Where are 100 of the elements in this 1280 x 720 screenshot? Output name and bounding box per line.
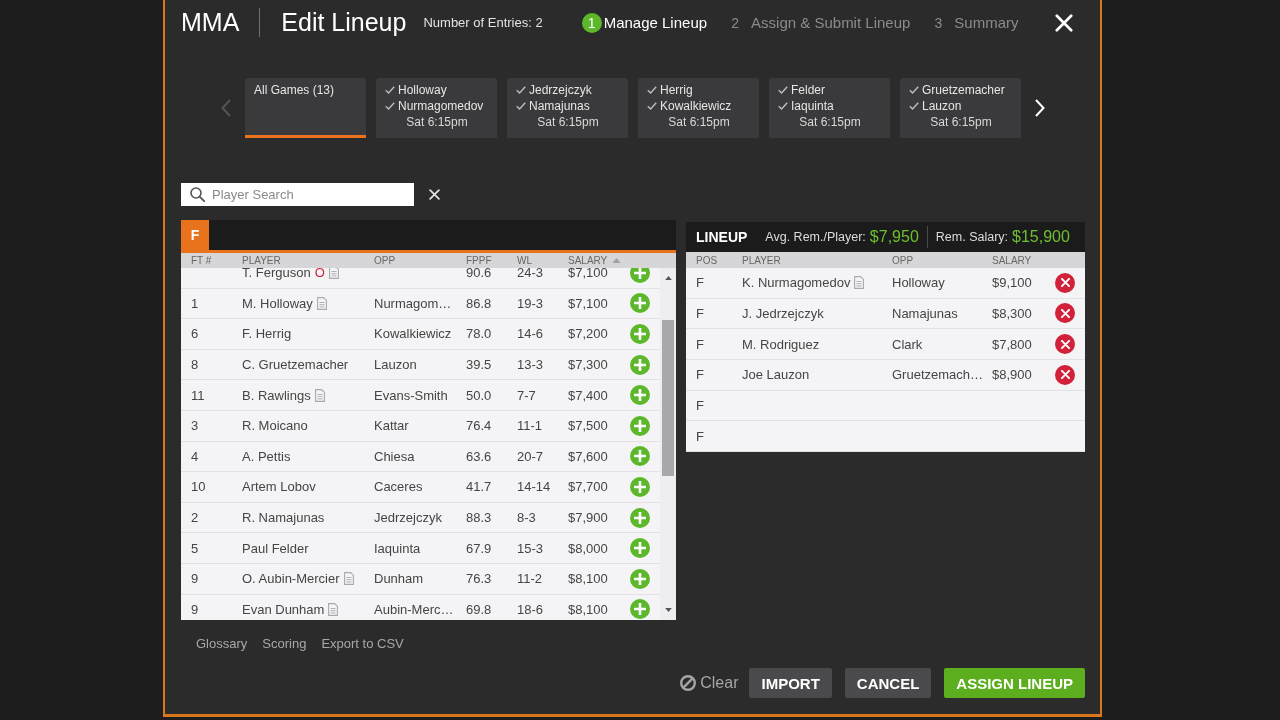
opponent-name: Gruetzemach… <box>892 367 984 383</box>
player-name: K. Nurmagomedov <box>742 275 851 291</box>
column-header[interactable]: WL <box>517 255 532 266</box>
salary-value: $7,400 <box>568 387 608 403</box>
entries-count: Number of Entries: 2 <box>423 15 543 30</box>
player-name: Joe Lauzon <box>742 367 810 383</box>
add-player-button[interactable] <box>630 385 650 406</box>
step-label: Summary <box>954 14 1019 31</box>
step-label: Manage Lineup <box>603 14 708 31</box>
fight-number: 10 <box>191 479 206 495</box>
footer-link[interactable]: Export to CSV <box>321 635 404 651</box>
add-player-button[interactable] <box>630 354 650 375</box>
game-tile[interactable]: Holloway Nurmagomedov Sat 6:15pm <box>376 78 497 138</box>
player-name: J. Jedrzejczyk <box>742 306 824 321</box>
footer-link[interactable]: Scoring <box>262 635 307 651</box>
sport-title: MMA <box>181 8 240 37</box>
win-loss-record: 13-3 <box>517 357 544 373</box>
game-tile[interactable]: Gruetzemacher Lauzon Sat 6:15pm <box>900 78 1021 138</box>
opponent-name: Kowalkiewicz <box>374 326 452 342</box>
salary-value: $8,000 <box>568 540 608 556</box>
add-player-button[interactable] <box>630 599 650 620</box>
win-loss-record: 24-3 <box>517 268 544 281</box>
add-player-button[interactable] <box>630 324 650 344</box>
document-icon[interactable] <box>854 276 865 290</box>
fighter-name: Kowalkiewicz <box>660 98 732 114</box>
column-header[interactable]: FPPF <box>466 255 492 266</box>
remove-player-button[interactable] <box>1055 272 1075 293</box>
add-player-button[interactable] <box>630 476 650 497</box>
page-title: Edit Lineup <box>281 8 407 37</box>
fighter-name: Holloway <box>398 82 447 98</box>
scroll-down-icon[interactable] <box>664 608 672 612</box>
opponent-name: Namajunas <box>892 306 958 321</box>
game-tile[interactable]: Jedrzejczyk Namajunas Sat 6:15pm <box>507 78 628 138</box>
add-player-button[interactable] <box>630 568 650 589</box>
position-label: F <box>696 336 704 352</box>
remaining-salary-label: Rem. Salary: <box>935 230 1009 244</box>
close-button[interactable] <box>1055 13 1073 32</box>
fppf-value: 63.6 <box>466 448 492 464</box>
opponent-name: Aubin-Merc… <box>374 601 454 617</box>
all-games-tile[interactable]: All Games (13) <box>245 78 366 138</box>
opponent-name: Caceres <box>374 479 423 495</box>
player-name: R. Namajunas <box>242 510 325 526</box>
scroll-up-icon[interactable] <box>664 276 672 280</box>
fighter-name: Namajunas <box>529 98 590 114</box>
fppf-value: 50.0 <box>466 387 492 403</box>
document-icon[interactable] <box>316 296 327 310</box>
fighter-name: Iaquinta <box>791 98 834 114</box>
win-loss-record: 14-14 <box>517 479 551 495</box>
opponent-name: Nurmagom… <box>374 295 452 311</box>
plus-icon <box>634 450 646 463</box>
win-loss-record: 11-2 <box>517 571 543 587</box>
chevron-left-icon <box>221 99 231 117</box>
document-icon[interactable] <box>343 572 354 586</box>
player-name: C. Gruetzemacher <box>242 357 349 373</box>
win-loss-record: 7-7 <box>517 387 536 403</box>
game-time: Sat 6:15pm <box>930 114 992 130</box>
opponent-name: Chiesa <box>374 448 415 464</box>
fppf-value: 67.9 <box>466 540 492 556</box>
win-loss-record: 20-7 <box>517 448 544 464</box>
column-header[interactable]: PLAYER <box>242 255 281 266</box>
fighter-name: Jedrzejczyk <box>529 82 592 98</box>
clear-search-button[interactable] <box>429 189 440 200</box>
add-player-button[interactable] <box>630 446 650 467</box>
salary-value: $9,100 <box>992 275 1032 291</box>
add-player-button[interactable] <box>630 268 650 283</box>
add-player-button[interactable] <box>630 507 650 528</box>
salary-value: $7,200 <box>568 326 608 342</box>
remove-player-button[interactable] <box>1055 334 1075 355</box>
game-tile[interactable]: Herrig Kowalkiewicz Sat 6:15pm <box>638 78 759 138</box>
salary-value: $8,100 <box>568 601 608 617</box>
player-name: Artem Lobov <box>242 479 316 495</box>
remove-player-button[interactable] <box>1055 303 1075 324</box>
step-number: 2 <box>730 13 740 33</box>
clear-button[interactable]: Clear <box>680 674 739 692</box>
plus-icon <box>634 419 646 432</box>
add-player-button[interactable] <box>630 538 650 559</box>
document-icon[interactable] <box>314 388 325 402</box>
column-header[interactable]: OPP <box>374 255 396 266</box>
search-field[interactable]: Player Search <box>181 183 414 206</box>
action-button[interactable]: CANCEL <box>844 668 932 698</box>
game-tile[interactable]: Felder Iaquinta Sat 6:15pm <box>769 78 890 138</box>
win-loss-record: 14-6 <box>517 326 544 342</box>
footer-link[interactable]: Glossary <box>196 635 248 651</box>
step-label: Assign & Submit Lineup <box>751 14 911 31</box>
opponent-name: Holloway <box>892 275 945 291</box>
remove-player-button[interactable] <box>1055 364 1075 385</box>
action-button[interactable]: IMPORT <box>749 668 832 698</box>
cross-icon <box>1060 278 1070 288</box>
lineup-title: LINEUP <box>696 229 748 245</box>
add-player-button[interactable] <box>630 415 650 436</box>
add-player-button[interactable] <box>630 293 650 314</box>
document-icon[interactable] <box>328 268 339 280</box>
scrollbar-thumb[interactable] <box>662 320 674 476</box>
column-header: PLAYER <box>742 254 781 266</box>
column-header[interactable]: FT # <box>191 255 212 266</box>
document-icon[interactable] <box>328 602 339 616</box>
column-header[interactable]: SALARY <box>568 255 608 266</box>
column-header: POS <box>696 254 718 266</box>
game-time: Sat 6:15pm <box>799 114 861 130</box>
plus-icon <box>634 542 646 555</box>
